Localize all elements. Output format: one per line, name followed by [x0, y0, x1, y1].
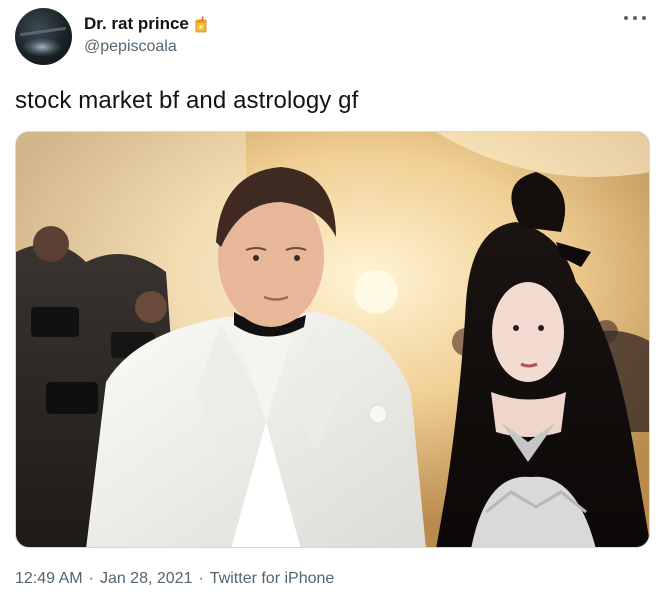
photo-illustration: [16, 132, 649, 547]
more-dot: [633, 16, 637, 20]
tweet-client[interactable]: Twitter for iPhone: [210, 570, 335, 588]
tweet-meta: 12:49 AM · Jan 28, 2021 · Twitter for iP…: [15, 570, 334, 588]
meta-separator: ·: [198, 570, 204, 587]
avatar[interactable]: [15, 8, 72, 65]
tweet-photo[interactable]: [15, 131, 650, 548]
more-dot: [642, 16, 646, 20]
display-name[interactable]: Dr. rat prince: [84, 14, 189, 34]
author-name-row[interactable]: Dr. rat prince: [84, 14, 207, 34]
avatar-glow: [23, 38, 61, 56]
tweet-date[interactable]: Jan 28, 2021: [100, 570, 193, 588]
tweet-time[interactable]: 12:49 AM: [15, 570, 83, 588]
more-dot: [624, 16, 628, 20]
meta-separator: ·: [88, 570, 94, 587]
juice-box-icon: [195, 15, 207, 33]
author-handle[interactable]: @pepiscoala: [84, 38, 177, 56]
tweet-text: stock market bf and astrology gf: [15, 87, 359, 114]
avatar-streak: [20, 26, 66, 37]
more-options-icon[interactable]: [624, 12, 646, 24]
